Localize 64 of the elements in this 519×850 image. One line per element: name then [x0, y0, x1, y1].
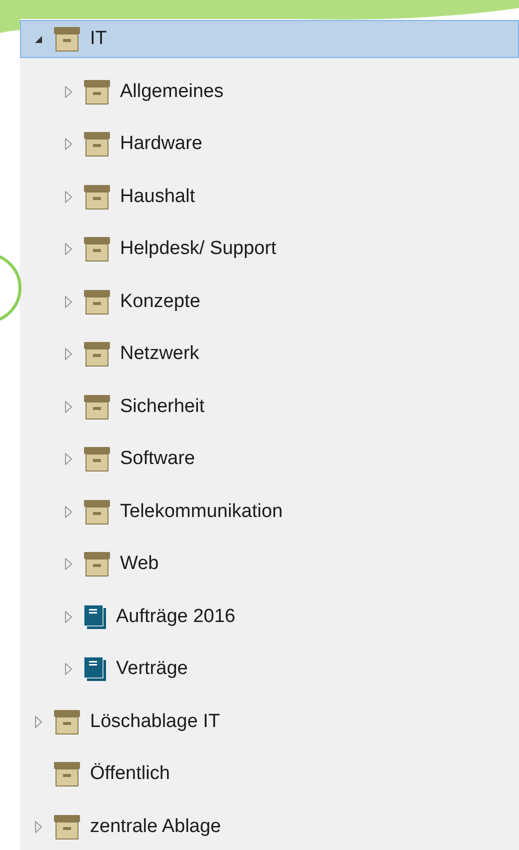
- tree-item[interactable]: Web: [20, 545, 519, 583]
- archive-box-icon: [83, 341, 111, 367]
- collapsed-arrow-icon[interactable]: [64, 138, 72, 150]
- tree-item-label: Telekommunikation: [120, 500, 283, 522]
- tree-item-label: Netzwerk: [120, 343, 200, 365]
- collapsed-arrow-icon[interactable]: [64, 453, 72, 465]
- archive-box-icon: [83, 131, 111, 157]
- tree-item-label: Öffentlich: [90, 763, 170, 785]
- archive-box-icon: [53, 761, 81, 787]
- book-icon: [83, 604, 107, 630]
- archive-box-icon: [83, 498, 111, 524]
- tree-item[interactable]: Sicherheit: [20, 388, 519, 426]
- tree-item[interactable]: Hardware: [20, 125, 519, 163]
- archive-box-icon: [83, 184, 111, 210]
- tree-item[interactable]: Löschablage IT: [20, 702, 519, 740]
- book-icon: [83, 656, 107, 682]
- tree-item[interactable]: Netzwerk: [20, 335, 519, 373]
- tree-item-label: Allgemeines: [120, 80, 224, 102]
- collapsed-arrow-icon[interactable]: [64, 190, 72, 202]
- tree-item-label: Helpdesk/ Support: [120, 238, 276, 260]
- tree-item-label: zentrale Ablage: [90, 816, 221, 838]
- archive-box-icon: [53, 26, 81, 52]
- tree-item[interactable]: Telekommunikation: [20, 492, 519, 530]
- tree-item[interactable]: Verträge: [20, 650, 519, 688]
- tree-item[interactable]: zentrale Ablage: [20, 808, 519, 846]
- tree-item[interactable]: Helpdesk/ Support: [20, 230, 519, 268]
- collapsed-arrow-icon[interactable]: [64, 86, 72, 98]
- collapsed-arrow-icon[interactable]: [64, 610, 72, 622]
- archive-box-icon: [83, 78, 111, 104]
- expanded-arrow-icon[interactable]: [34, 34, 42, 44]
- ring-drawing: [0, 252, 22, 324]
- archive-box-icon: [83, 551, 111, 577]
- tree-item-label: Konzepte: [120, 290, 200, 312]
- tree-item-label: Software: [120, 448, 195, 470]
- collapsed-arrow-icon[interactable]: [64, 558, 72, 570]
- tree-item-label: Web: [120, 553, 159, 575]
- tree-item[interactable]: Öffentlich: [20, 755, 519, 793]
- collapsed-arrow-icon[interactable]: [64, 348, 72, 360]
- tree-item[interactable]: Haushalt: [20, 178, 519, 216]
- tree-item-label: Löschablage IT: [90, 710, 220, 732]
- tree-item[interactable]: Software: [20, 440, 519, 478]
- tree-item[interactable]: IT: [20, 20, 519, 58]
- collapsed-arrow-icon[interactable]: [64, 243, 72, 255]
- collapsed-arrow-icon[interactable]: [34, 716, 42, 728]
- tree-item[interactable]: Aufträge 2016: [20, 598, 519, 636]
- archive-box-icon: [83, 446, 111, 472]
- tree-item[interactable]: Allgemeines: [20, 72, 519, 110]
- archive-box-icon: [53, 814, 81, 840]
- archive-box-icon: [83, 288, 111, 314]
- collapsed-arrow-icon[interactable]: [64, 400, 72, 412]
- tree-item[interactable]: Konzepte: [20, 282, 519, 320]
- archive-box-icon: [83, 236, 111, 262]
- tree-item-label: Aufträge 2016: [116, 606, 236, 628]
- tree-item-label: Sicherheit: [120, 396, 204, 418]
- tree-item-label: Verträge: [116, 658, 188, 680]
- collapsed-arrow-icon[interactable]: [64, 506, 72, 518]
- archive-box-icon: [53, 708, 81, 734]
- archive-box-icon: [83, 394, 111, 420]
- collapsed-arrow-icon[interactable]: [64, 663, 72, 675]
- tree-item-label: IT: [90, 28, 107, 50]
- collapsed-arrow-icon[interactable]: [34, 820, 42, 832]
- tree-item-label: Haushalt: [120, 186, 195, 208]
- tree-item-label: Hardware: [120, 133, 202, 155]
- collapsed-arrow-icon[interactable]: [64, 296, 72, 308]
